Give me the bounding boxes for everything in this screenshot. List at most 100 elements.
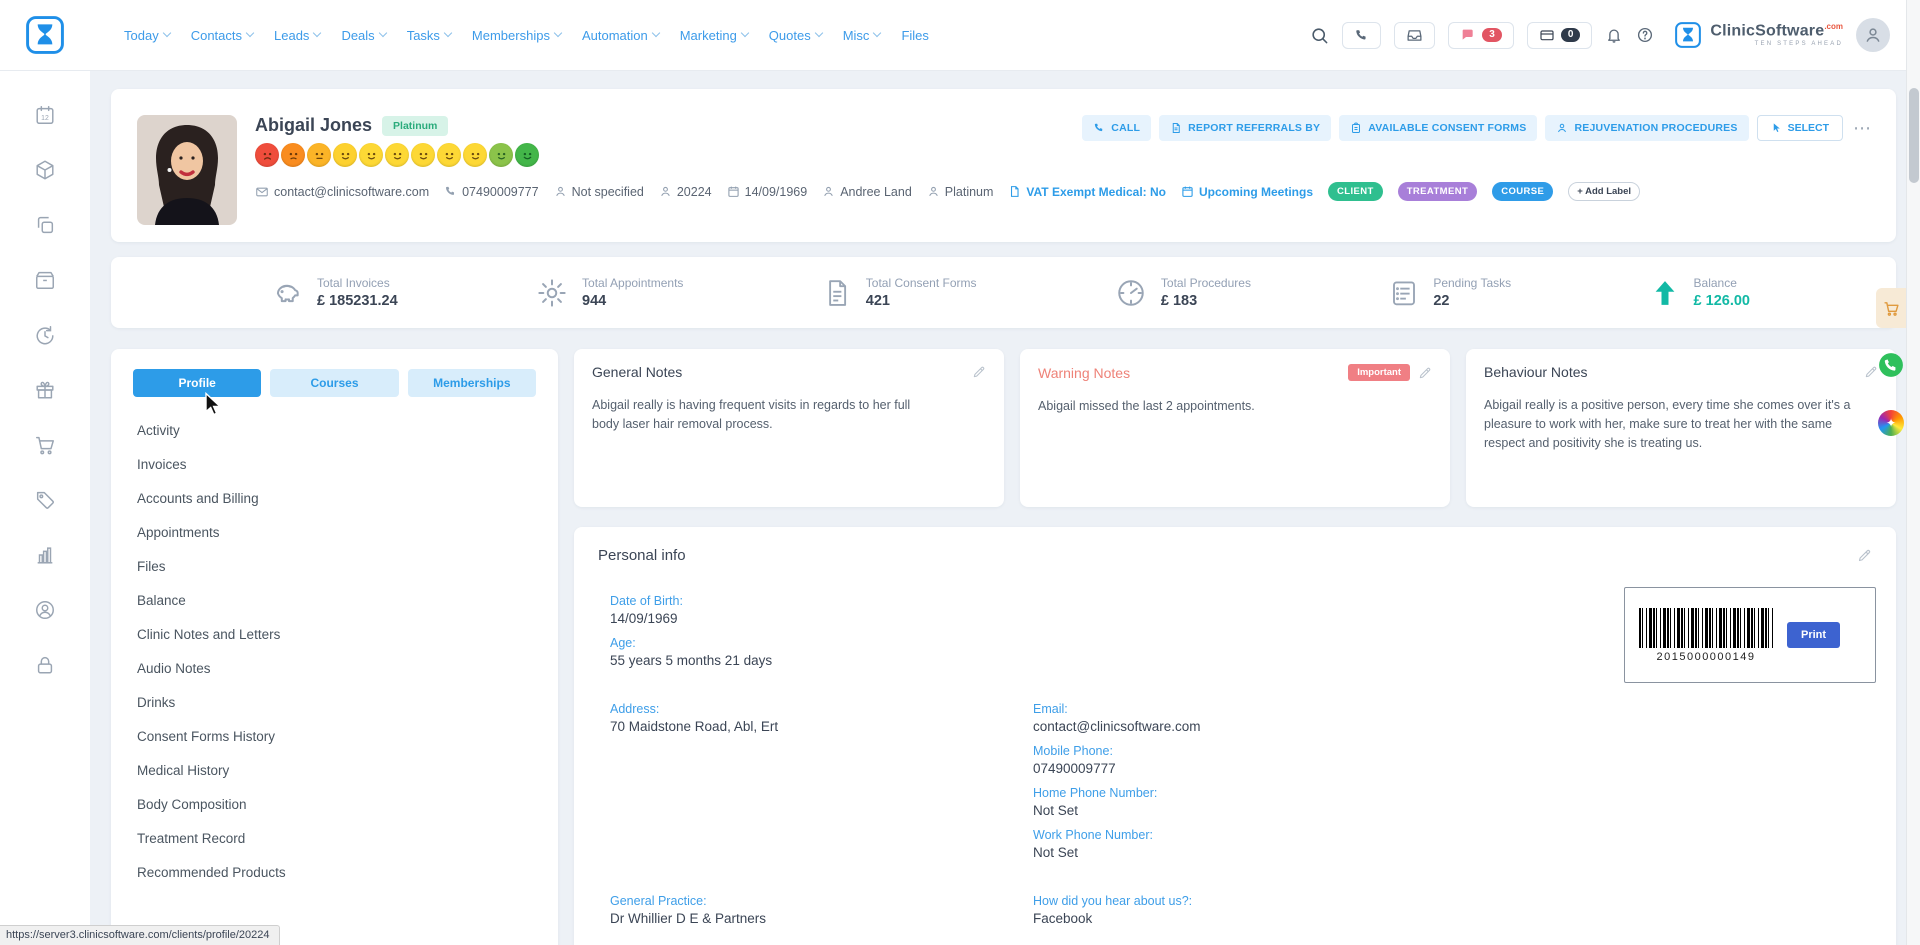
panel-item-clinic-notes-and-letters[interactable]: Clinic Notes and Letters <box>111 617 558 651</box>
payments-button[interactable]: 0 <box>1527 22 1593 49</box>
select-button[interactable]: SELECT <box>1757 115 1843 141</box>
add-label-button[interactable]: + Add Label <box>1568 182 1640 201</box>
mood-emoji-8[interactable] <box>437 143 461 167</box>
menu-item-deals[interactable]: Deals <box>341 28 385 43</box>
edit-pencil-icon[interactable] <box>972 365 986 379</box>
topbar-actions: 3 0 ClinicSoftware.com TEN STEPS AHEAD <box>1310 18 1920 52</box>
mood-emoji-3[interactable] <box>307 143 331 167</box>
notifications-bell-icon[interactable] <box>1605 26 1623 44</box>
app-logo[interactable] <box>0 13 90 57</box>
mood-emoji-2[interactable] <box>281 143 305 167</box>
vertical-scrollbar[interactable] <box>1906 0 1920 945</box>
help-icon[interactable] <box>1636 26 1654 44</box>
user-avatar[interactable] <box>1856 18 1890 52</box>
client-photo[interactable] <box>137 115 237 225</box>
mood-emoji-7[interactable] <box>411 143 435 167</box>
panel-item-activity[interactable]: Activity <box>111 413 558 447</box>
panel-item-recommended-products[interactable]: Recommended Products <box>111 855 558 889</box>
panel-item-balance[interactable]: Balance <box>111 583 558 617</box>
client-phone[interactable]: 07490009777 <box>444 185 538 199</box>
account-icon[interactable] <box>34 599 56 621</box>
cart-icon <box>1883 300 1900 317</box>
report-referrals-button[interactable]: REPORT REFERRALS BY <box>1159 115 1331 141</box>
edit-pencil-icon[interactable] <box>1857 548 1872 563</box>
important-badge: Important <box>1348 364 1410 381</box>
reports-chart-icon[interactable] <box>34 544 56 566</box>
panel-item-treatment-record[interactable]: Treatment Record <box>111 821 558 855</box>
history-icon[interactable] <box>34 324 56 346</box>
mood-emoji-9[interactable] <box>463 143 487 167</box>
barcode-stripes <box>1639 608 1773 648</box>
search-icon[interactable] <box>1310 26 1329 45</box>
call-button[interactable]: CALL <box>1082 115 1151 141</box>
panel-item-appointments[interactable]: Appointments <box>111 515 558 549</box>
scrollbar-thumb[interactable] <box>1909 88 1919 183</box>
menu-item-marketing[interactable]: Marketing <box>680 28 748 43</box>
link-preview-statusbar: https://server3.clinicsoftware.com/clien… <box>0 925 280 945</box>
menu-item-misc[interactable]: Misc <box>843 28 881 43</box>
panel-item-drinks[interactable]: Drinks <box>111 685 558 719</box>
panel-item-consent-forms-history[interactable]: Consent Forms History <box>111 719 558 753</box>
lock-icon[interactable] <box>34 654 56 676</box>
print-button[interactable]: Print <box>1787 622 1840 648</box>
mood-emoji-5[interactable] <box>359 143 383 167</box>
edit-pencil-icon[interactable] <box>1864 365 1878 379</box>
menu-item-quotes[interactable]: Quotes <box>769 28 822 43</box>
field-email: Email: contact@clinicsoftware.com <box>1033 702 1872 734</box>
menu-item-contacts[interactable]: Contacts <box>191 28 253 43</box>
whatsapp-button[interactable] <box>1878 352 1904 378</box>
arrow-up-icon <box>1650 278 1680 308</box>
panel-item-body-composition[interactable]: Body Composition <box>111 787 558 821</box>
mood-emoji-10[interactable] <box>489 143 513 167</box>
menu-item-tasks[interactable]: Tasks <box>407 28 451 43</box>
panel-item-accounts-and-billing[interactable]: Accounts and Billing <box>111 481 558 515</box>
rejuvenation-procedures-button[interactable]: REJUVENATION PROCEDURES <box>1545 115 1748 141</box>
person-icon <box>1556 122 1568 134</box>
calendar-icon[interactable]: 12 <box>34 104 56 126</box>
chat-button[interactable]: 3 <box>1448 22 1514 49</box>
inbox-button[interactable] <box>1394 22 1435 49</box>
tab-memberships[interactable]: Memberships <box>408 369 536 397</box>
gift-icon[interactable] <box>34 379 56 401</box>
menu-item-automation[interactable]: Automation <box>582 28 659 43</box>
mood-emoji-6[interactable] <box>385 143 409 167</box>
more-options-button[interactable] <box>1851 123 1874 133</box>
tab-profile[interactable]: Profile <box>133 369 261 397</box>
report-icon <box>1170 122 1182 134</box>
panel-item-invoices[interactable]: Invoices <box>111 447 558 481</box>
cart-icon[interactable] <box>34 434 56 456</box>
pointer-icon <box>1771 122 1782 134</box>
client-email[interactable]: contact@clinicsoftware.com <box>255 185 429 199</box>
menu-item-memberships[interactable]: Memberships <box>472 28 561 43</box>
envelope-icon <box>255 185 269 199</box>
mood-emoji-11[interactable] <box>515 143 539 167</box>
stock-box-icon[interactable] <box>34 269 56 291</box>
available-consent-forms-button[interactable]: AVAILABLE CONSENT FORMS <box>1339 115 1537 141</box>
menu-item-leads[interactable]: Leads <box>274 28 320 43</box>
tags-icon[interactable] <box>34 489 56 511</box>
ai-assistant-button[interactable] <box>1878 410 1904 436</box>
label-treatment[interactable]: TREATMENT <box>1398 182 1477 201</box>
vat-exempt-link[interactable]: VAT Exempt Medical: No <box>1008 185 1166 199</box>
field-address: Address: 70 Maidstone Road, Abl, Ert <box>610 702 1033 734</box>
stat-total-invoices: Total Invoices£ 185231.24 <box>271 276 398 309</box>
menu-item-today[interactable]: Today <box>124 28 170 43</box>
menu-item-files[interactable]: Files <box>901 28 928 43</box>
chevron-down-icon <box>246 29 254 37</box>
duplicate-copy-icon[interactable] <box>34 214 56 236</box>
upcoming-meetings-link[interactable]: Upcoming Meetings <box>1181 185 1313 199</box>
products-cube-icon[interactable] <box>34 159 56 181</box>
floating-cart-button[interactable] <box>1876 288 1906 328</box>
panel-item-audio-notes[interactable]: Audio Notes <box>111 651 558 685</box>
client-contact-row: contact@clinicsoftware.com 07490009777 N… <box>255 182 1640 201</box>
dialer-button[interactable] <box>1342 22 1381 49</box>
panel-item-files[interactable]: Files <box>111 549 558 583</box>
mood-emoji-4[interactable] <box>333 143 357 167</box>
inbox-icon <box>1406 27 1423 44</box>
edit-pencil-icon[interactable] <box>1418 366 1432 380</box>
mood-emoji-1[interactable] <box>255 143 279 167</box>
panel-item-medical-history[interactable]: Medical History <box>111 753 558 787</box>
label-course[interactable]: COURSE <box>1492 182 1553 201</box>
tab-courses[interactable]: Courses <box>270 369 398 397</box>
label-client[interactable]: CLIENT <box>1328 182 1383 201</box>
